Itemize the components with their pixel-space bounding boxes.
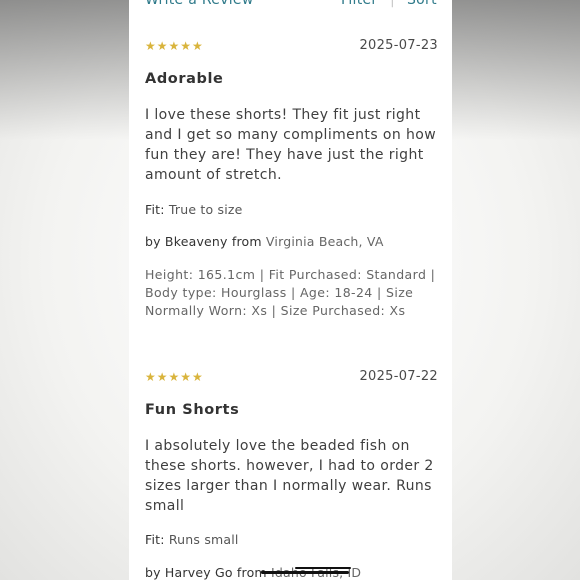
review-date: 2025-07-22 <box>359 369 438 384</box>
review-date: 2025-07-23 <box>359 38 438 53</box>
review-fit: Fit: Runs small <box>145 532 239 547</box>
star-rating: ★★★★★ <box>145 370 204 384</box>
reviews-toolbar: Write a Review Filter | Sort <box>145 0 437 12</box>
by-label: by <box>145 234 161 249</box>
redaction-mark <box>295 567 351 569</box>
filter-button[interactable]: Filter <box>341 0 377 8</box>
screenshot-stage: Write a Review Filter | Sort ★★★★★ 2025-… <box>0 0 580 580</box>
by-label: by <box>145 565 161 580</box>
fit-value: Runs small <box>168 532 239 547</box>
review-fit: Fit: True to size <box>145 202 243 217</box>
review-author: Harvey Go <box>164 565 233 580</box>
review-title: Adorable <box>145 71 224 87</box>
review-body: I absolutely love the beaded fish on the… <box>145 438 434 514</box>
fit-label: Fit: <box>145 202 165 217</box>
fit-value: True to size <box>168 202 243 217</box>
redaction-mark <box>261 571 349 574</box>
review-author: Bkeaveny <box>164 234 228 249</box>
from-label: from <box>231 234 262 249</box>
star-rating: ★★★★★ <box>145 39 204 53</box>
reviews-panel: Write a Review Filter | Sort ★★★★★ 2025-… <box>129 0 452 580</box>
sort-button[interactable]: Sort <box>407 0 437 8</box>
review-title: Fun Shorts <box>145 402 240 418</box>
write-review-link[interactable]: Write a Review <box>145 0 254 8</box>
review-byline: by Bkeaveny from Virginia Beach, VA <box>145 234 384 249</box>
fit-label: Fit: <box>145 532 165 547</box>
toolbar-divider: | <box>390 0 396 8</box>
reviewer-attributes: Height: 165.1cm | Fit Purchased: Standar… <box>145 267 436 318</box>
review-body: I love these shorts! They fit just right… <box>145 107 437 183</box>
review-location: Virginia Beach, VA <box>265 234 384 249</box>
